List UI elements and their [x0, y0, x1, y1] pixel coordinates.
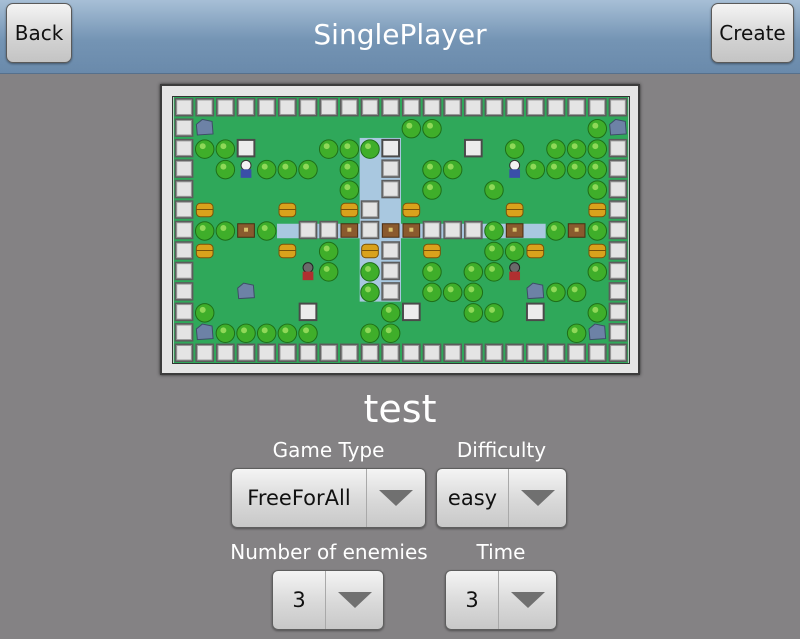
enemies-spinner[interactable]: 3	[272, 570, 384, 630]
bush	[422, 159, 442, 180]
bush	[422, 118, 442, 139]
bush	[546, 282, 566, 303]
bush	[422, 262, 442, 282]
bush	[566, 139, 587, 159]
map-preview[interactable]	[160, 84, 640, 375]
gold-barrel	[195, 243, 214, 259]
bush	[422, 282, 442, 303]
bush	[566, 282, 587, 303]
enemies-label: Number of enemies	[230, 540, 428, 564]
bush	[298, 323, 318, 344]
bush	[525, 159, 546, 180]
bush	[360, 323, 380, 344]
bush	[256, 221, 277, 241]
bush	[587, 180, 608, 200]
bush	[566, 159, 587, 180]
enemy-character	[509, 262, 521, 274]
bush	[566, 323, 587, 344]
bush	[484, 180, 504, 200]
gold-barrel	[526, 243, 545, 259]
player-character	[509, 159, 521, 171]
bush	[215, 323, 236, 344]
rock	[588, 323, 607, 341]
bush	[215, 159, 236, 180]
bush	[277, 323, 298, 344]
player-character	[240, 159, 252, 171]
rock	[526, 282, 545, 300]
bush	[587, 118, 608, 139]
rock	[195, 323, 214, 341]
chevron-down-icon	[326, 571, 383, 629]
game-type-spinner[interactable]: FreeForAll	[231, 468, 426, 528]
bush	[587, 221, 608, 241]
rock	[237, 282, 255, 300]
bush	[339, 180, 360, 200]
bush	[194, 221, 215, 241]
bush	[442, 159, 463, 180]
action-bar: Back SinglePlayer Create	[0, 0, 800, 74]
chevron-down-icon	[509, 469, 566, 527]
time-spinner[interactable]: 3	[445, 570, 557, 630]
bush	[442, 282, 463, 303]
bush	[587, 159, 608, 180]
bush	[215, 221, 236, 241]
bush	[463, 282, 484, 303]
gold-barrel	[278, 243, 297, 259]
enemy-character	[302, 262, 314, 274]
bush	[215, 139, 236, 159]
bush	[339, 159, 360, 180]
bush	[194, 303, 215, 323]
bush	[318, 241, 339, 262]
difficulty-label: Difficulty	[456, 438, 547, 462]
bush	[401, 118, 422, 139]
map-name: test	[363, 387, 437, 431]
bush	[360, 282, 380, 303]
rock	[609, 118, 627, 136]
bush	[360, 262, 380, 282]
difficulty-spinner[interactable]: easy	[436, 468, 567, 528]
time-value: 3	[465, 588, 479, 612]
bush	[277, 159, 298, 180]
game-type-label: Game Type	[272, 438, 385, 462]
bush	[484, 303, 504, 323]
enemies-value: 3	[292, 588, 306, 612]
bush	[504, 241, 525, 262]
game-type-value: FreeForAll	[247, 486, 351, 510]
gold-barrel	[588, 243, 607, 259]
create-button[interactable]: Create	[711, 3, 794, 63]
page-title: SinglePlayer	[313, 18, 487, 51]
time-label: Time	[476, 540, 526, 564]
bush	[484, 221, 504, 241]
bush	[587, 262, 608, 282]
chevron-down-icon	[499, 571, 556, 629]
bush	[256, 159, 277, 180]
bush	[546, 139, 566, 159]
bush	[318, 139, 339, 159]
bush	[484, 262, 504, 282]
gold-barrel	[361, 243, 379, 259]
bush	[339, 139, 360, 159]
bush	[318, 262, 339, 282]
bush	[298, 159, 318, 180]
difficulty-value: easy	[447, 486, 498, 510]
bush	[380, 303, 401, 323]
bush	[587, 303, 608, 323]
bush	[256, 323, 277, 344]
bush	[236, 323, 256, 344]
bush	[463, 303, 484, 323]
map-grid	[172, 96, 630, 364]
chevron-down-icon	[367, 469, 425, 527]
bush	[504, 139, 525, 159]
bush	[380, 323, 401, 344]
bush	[194, 139, 215, 159]
bush	[546, 221, 566, 241]
bush	[360, 139, 380, 159]
bush	[484, 241, 504, 262]
bush	[422, 180, 442, 200]
gold-barrel	[423, 243, 441, 259]
bush	[587, 139, 608, 159]
bush	[463, 262, 484, 282]
bush	[546, 159, 566, 180]
rock	[195, 118, 214, 136]
